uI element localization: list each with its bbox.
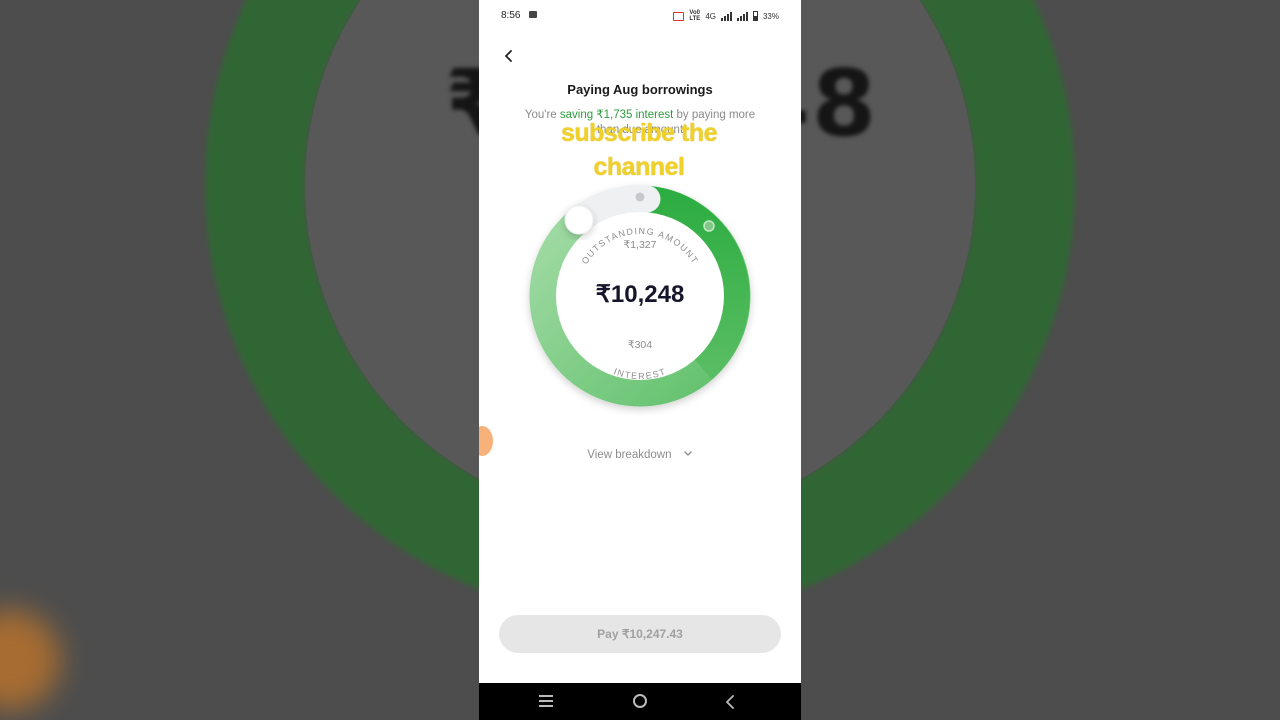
phone-screen: 8:56 Vo0 LTE 4G 33% Paying Aug borrowing… — [479, 0, 801, 720]
background-blob — [0, 610, 60, 710]
overlay-line-1: subscribe the — [560, 119, 718, 147]
signal-icon — [720, 11, 732, 21]
volte-indicator: Vo0 LTE — [689, 10, 700, 22]
nav-back-chevron — [726, 695, 734, 709]
dial-marker-dot-2 — [703, 220, 715, 232]
volte-bottom: LTE — [689, 16, 701, 22]
status-icons: Vo0 LTE 4G 33% — [673, 10, 779, 22]
outstanding-value: ₹1,327 — [623, 239, 657, 251]
view-breakdown-button[interactable]: View breakdown — [479, 449, 801, 461]
view-breakdown-label: View breakdown — [587, 449, 672, 461]
dial-marker-dot — [635, 192, 645, 202]
battery-percent: 33% — [762, 11, 779, 21]
back-button[interactable] — [497, 44, 521, 68]
battery-icon — [752, 11, 758, 21]
video-record-icon — [529, 11, 537, 18]
cast-icon — [673, 11, 685, 21]
pay-button[interactable]: Pay ₹10,247.43 — [499, 615, 781, 653]
network-type: 4G — [705, 11, 716, 21]
system-navbar — [479, 683, 801, 720]
chevron-left-icon — [505, 50, 512, 62]
signal-icon-2 — [736, 11, 748, 21]
chevron-down-icon — [683, 451, 692, 456]
home-icon[interactable] — [633, 694, 647, 708]
menu-icon[interactable] — [539, 695, 553, 707]
back-icon[interactable] — [725, 690, 735, 715]
dial-handle[interactable] — [564, 205, 594, 235]
overlay-line-2: channel — [593, 153, 685, 181]
total-amount: ₹10,248 — [595, 281, 685, 308]
status-time: 8:56 — [501, 10, 521, 21]
subscribe-overlay: subscribe the channel — [509, 116, 769, 184]
interest-value: ₹304 — [627, 339, 653, 351]
status-bar: 8:56 Vo0 LTE 4G 33% — [479, 0, 801, 30]
page-title: Paying Aug borrowings — [567, 82, 713, 97]
